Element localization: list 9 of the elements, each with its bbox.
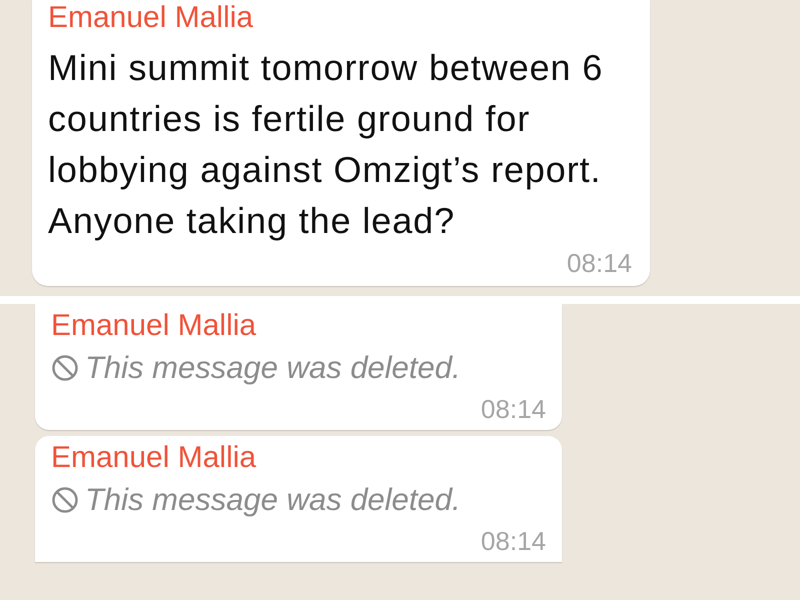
sender-name: Emanuel Mallia xyxy=(48,0,254,36)
message-time: 08:14 xyxy=(566,248,632,278)
sender-name: Emanuel Mallia xyxy=(51,440,258,476)
message-text: Mini summit tomorrow between 6 countries is fertile ground for lobbying against Omzigt’s report. Anyone taking the lead? xyxy=(48,46,604,243)
deleted-message-text: This message was deleted. xyxy=(85,349,461,387)
deleted-message-text: This message was deleted. xyxy=(85,481,461,519)
message-time: 08:14 xyxy=(480,526,546,556)
message-time: 08:14 xyxy=(480,394,546,424)
sender-name: Emanuel Mallia xyxy=(51,308,258,344)
